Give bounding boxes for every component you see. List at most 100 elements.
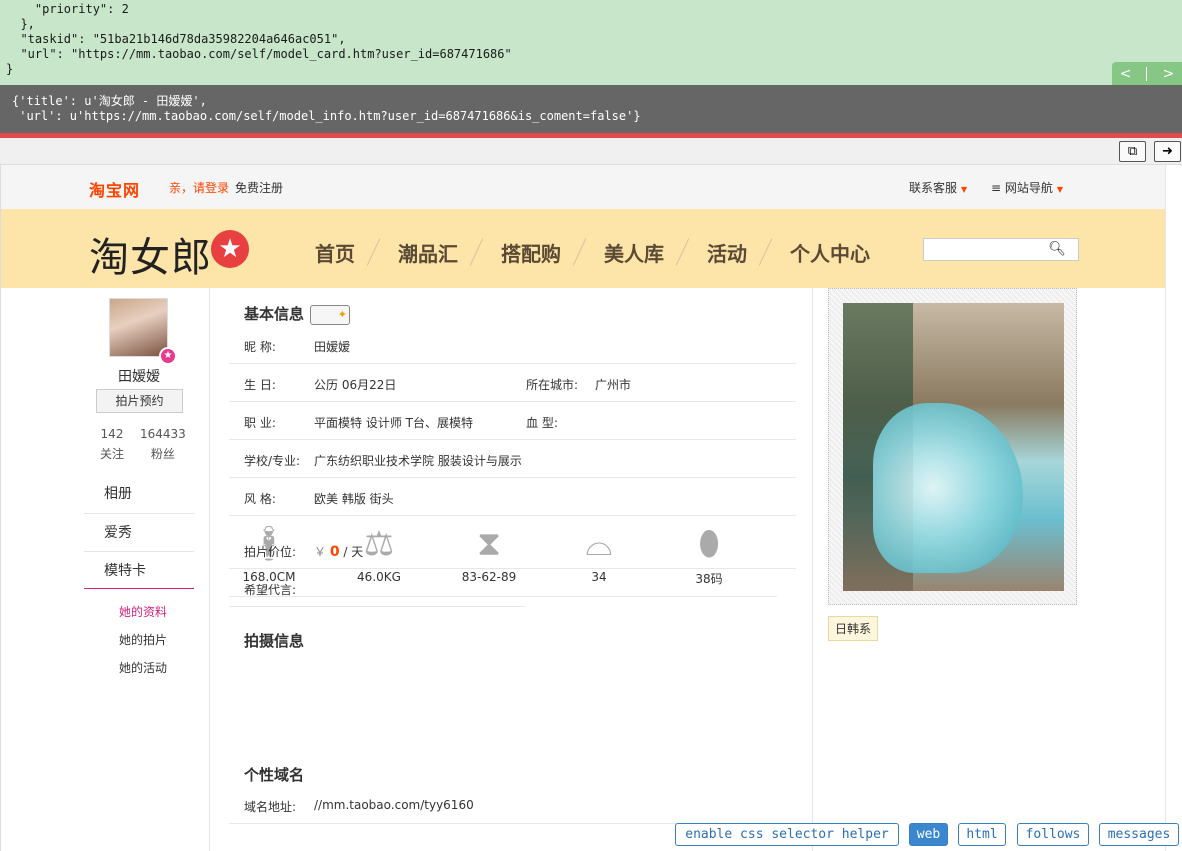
nav-home[interactable]: 首页 (291, 238, 373, 267)
copy-icon: ⧉ (1127, 144, 1138, 159)
basic-info-title: 基本信息 (244, 303, 351, 325)
nickname-value: 田嫒嫒 (314, 340, 351, 354)
chevron-right-icon[interactable]: > (1163, 66, 1175, 82)
scrollbar[interactable] (1165, 165, 1182, 851)
birthday-value: 公历 06月22日 (314, 378, 397, 392)
site-topbar: 淘宝网 亲，请登录 免费注册 联系客服 ▼ ≡ 网站导航 ▼ (1, 165, 1165, 209)
domain-row: 域名地址: //mm.taobao.com/tyy6160 (229, 786, 796, 824)
menu-show[interactable]: 爱秀 (84, 513, 194, 551)
follows-stat[interactable]: 142 关注 (100, 427, 124, 462)
domain-label: 域名地址: (244, 800, 297, 814)
style-row: 风 格: 欧美 韩版 街头 (229, 478, 796, 516)
fans-stat[interactable]: 164433 粉丝 (140, 427, 186, 462)
go-button[interactable]: ➜ (1154, 141, 1181, 162)
login-link[interactable]: 亲，请登录 (169, 179, 229, 196)
json-line: "url": "https://mm.taobao.com/self/model… (6, 47, 512, 61)
birthday-label: 生 日: (244, 378, 276, 392)
wish-label: 希望代言: (244, 583, 297, 597)
style-value: 欧美 韩版 街头 (314, 492, 394, 506)
html-tab-button[interactable]: html (958, 823, 1006, 846)
brand-logo[interactable]: 淘女郎 (89, 225, 212, 283)
tool-strip (0, 138, 1182, 165)
nickname-row: 昵 称: 田嫒嫒 (229, 326, 796, 364)
profile-menu: 相册 爱秀 模特卡 (84, 475, 194, 589)
nav-events[interactable]: 活动 (683, 238, 765, 267)
result-line: {'title': u'淘女郎 - 田嫒嫒', (12, 94, 207, 108)
nav-matching[interactable]: 搭配购 (477, 238, 579, 267)
web-tab-button[interactable]: web (909, 823, 948, 846)
nav-beauty-library[interactable]: 美人库 (580, 238, 682, 267)
shoes-value: 38码 (695, 572, 723, 586)
school-label: 学校/专业: (244, 454, 301, 468)
nickname-label: 昵 称: (244, 340, 276, 354)
copy-button[interactable]: ⧉ (1119, 141, 1146, 162)
job-value: 平面模特 设计师 T台、展模特 (314, 416, 473, 430)
site-nav-menu[interactable]: ≡ 网站导航 ▼ (991, 179, 1063, 196)
avatar[interactable] (109, 298, 168, 357)
book-shoot-button[interactable]: 拍片预约 (96, 389, 183, 413)
menu-album[interactable]: 相册 (84, 475, 194, 513)
job-row: 职 业: 平面模特 设计师 T台、展模特 血 型: (229, 402, 796, 440)
json-line: }, (6, 17, 35, 31)
profile-name: 田嫒嫒 (118, 369, 160, 385)
taobao-logo[interactable]: 淘宝网 (89, 177, 140, 201)
json-line: } (6, 62, 14, 76)
messages-tab-button[interactable]: messages (1099, 823, 1179, 846)
blood-label: 血 型: (526, 416, 558, 430)
basic-info-heading: 基本信息 (244, 305, 305, 323)
main-nav: 首页 潮品汇 搭配购 美人库 活动 个人中心 (291, 237, 888, 267)
domain-value[interactable]: //mm.taobao.com/tyy6160 (314, 798, 474, 812)
nav-trends[interactable]: 潮品汇 (374, 238, 476, 267)
arrow-right-icon: ➜ (1162, 144, 1173, 159)
submenu-her-events[interactable]: 她的活动 (119, 654, 167, 682)
webpage-viewport: 淘宝网 亲，请登录 免费注册 联系客服 ▼ ≡ 网站导航 ▼ 淘女郎 ★ 首页 潮品… (0, 165, 1165, 851)
city-label: 所在城市: (526, 378, 579, 392)
bra-value: 34 (591, 570, 607, 584)
yen-symbol: ￥ (314, 545, 327, 559)
register-link[interactable]: 免费注册 (235, 179, 283, 196)
style-tag[interactable]: 日韩系 (828, 616, 879, 641)
nav-personal-center[interactable]: 个人中心 (766, 238, 888, 267)
json-output-panel: "priority": 2 }, "taskid": "51ba21b146d7… (0, 0, 1182, 85)
column-divider (812, 288, 813, 851)
profile-photo-frame (828, 288, 1077, 605)
search-icon[interactable]: 🔍︎ (1048, 241, 1066, 257)
css-selector-helper-button[interactable]: enable css selector helper (675, 823, 899, 846)
follows-tab-button[interactable]: follows (1017, 823, 1089, 846)
follows-count: 142 (100, 427, 124, 441)
caret-down-icon: ▼ (961, 185, 968, 194)
wish-row-main: 希望代言: (229, 569, 526, 607)
fans-count: 164433 (140, 427, 186, 441)
submenu-her-info[interactable]: 她的资料 (119, 598, 167, 626)
result-line: 'url': u'https://mm.taobao.com/self/mode… (12, 109, 641, 123)
column-divider (209, 288, 210, 851)
pager-divider (1146, 66, 1148, 81)
school-row: 学校/专业: 广东纺织职业技术学院 服装设计与展示 (229, 440, 796, 478)
id-card-icon (310, 304, 351, 325)
price-label: 拍片价位: (244, 545, 297, 559)
price-value: 0 (329, 544, 340, 560)
job-label: 职 业: (244, 416, 276, 430)
school-value: 广东纺织职业技术学院 服装设计与展示 (314, 454, 522, 468)
follows-label: 关注 (100, 447, 125, 461)
result-panel: {'title': u'淘女郎 - 田嫒嫒', 'url': u'https:/… (0, 85, 1182, 133)
json-line: "taskid": "51ba21b146d78da35982204a646ac… (6, 32, 346, 46)
profile-submenu: 她的资料 她的拍片 她的活动 (119, 598, 167, 682)
site-header: 淘女郎 ★ 首页 潮品汇 搭配购 美人库 活动 个人中心 🔍︎ (1, 209, 1165, 288)
profile-photo[interactable] (843, 303, 1064, 591)
star-logo-icon: ★ (211, 230, 249, 268)
site-nav-label: ≡ 网站导航 (991, 181, 1053, 195)
birthday-row: 生 日: 公历 06月22日 所在城市: 广州市 (229, 364, 796, 402)
service-label: 联系客服 (909, 181, 958, 195)
price-row-main: 拍片价位: ￥ 0 / 天 (229, 531, 796, 569)
chevron-left-icon[interactable]: < (1120, 66, 1132, 82)
json-pager: < > (1112, 62, 1182, 85)
submenu-her-shoots[interactable]: 她的拍片 (119, 626, 167, 654)
menu-model-card[interactable]: 模特卡 (84, 551, 194, 589)
shoot-info-title: 拍摄信息 (244, 632, 305, 650)
customer-service-menu[interactable]: 联系客服 ▼ (909, 179, 967, 196)
fans-label: 粉丝 (150, 447, 175, 461)
caret-down-icon: ▼ (1056, 185, 1064, 194)
price-value-group: ￥ 0 / 天 (314, 543, 363, 560)
search-input[interactable]: 🔍︎ (923, 238, 1079, 261)
